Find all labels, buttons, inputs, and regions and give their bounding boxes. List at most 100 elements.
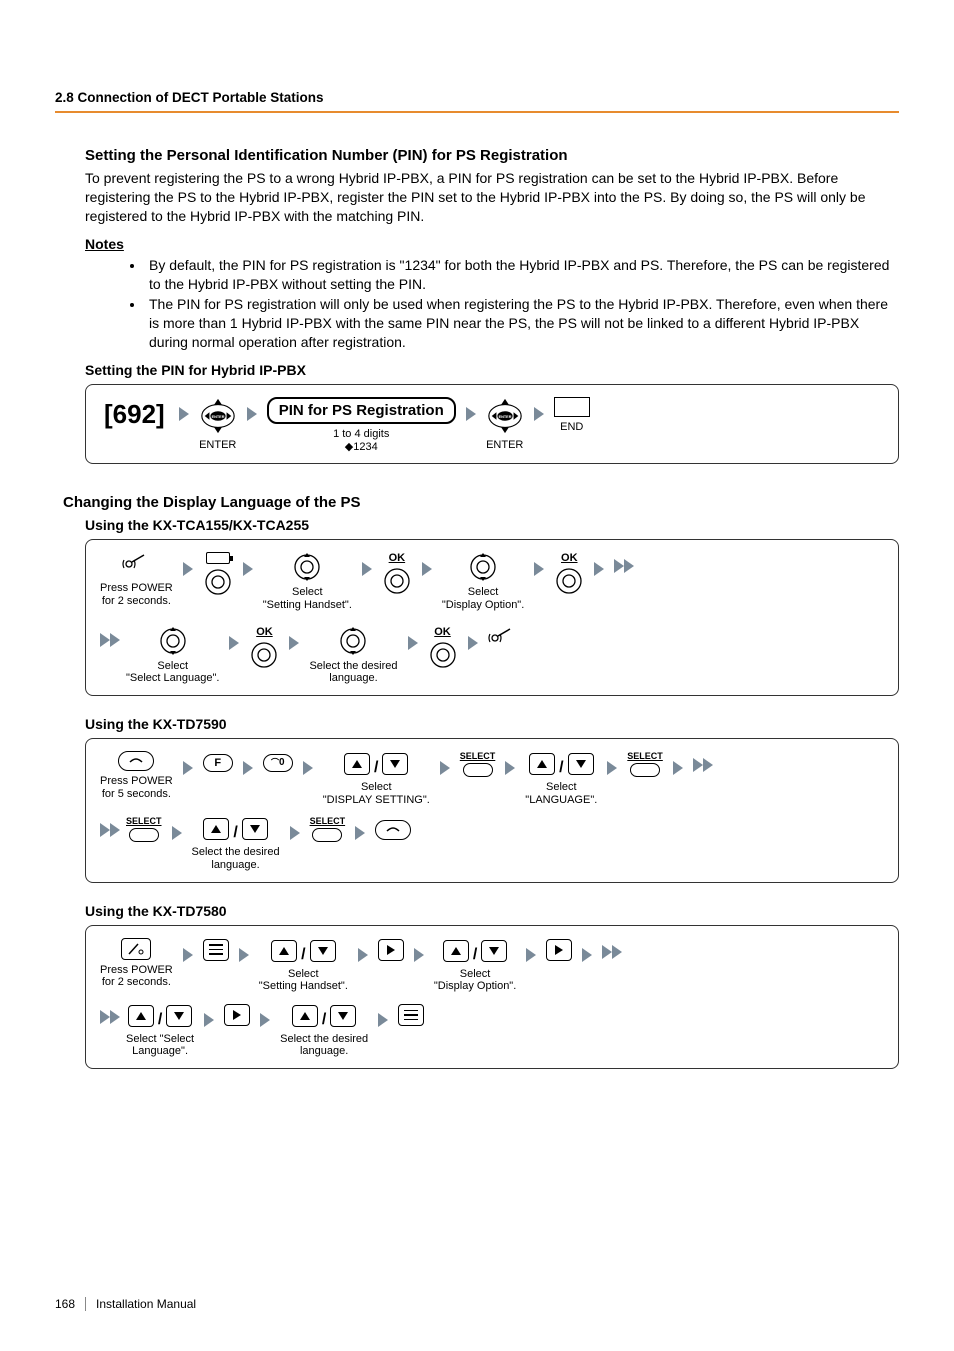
tca-flow-diagram: Press POWER for 2 seconds. Select "Setti…: [85, 539, 899, 696]
select-label: SELECT: [310, 816, 346, 826]
pin-flow-diagram: [692] ENTER ENTER PIN for PS Registratio…: [85, 384, 899, 464]
select-label: SELECT: [126, 816, 162, 826]
step-label: Select the desired language.: [309, 660, 397, 685]
td7580-flow-diagram: Press POWER for 2 seconds. / Select "Set…: [85, 925, 899, 1070]
notes-list: By default, the PIN for PS registration …: [145, 256, 899, 352]
ok-label: OK: [434, 626, 451, 638]
arrow-icon: [204, 1013, 214, 1027]
lang-section-title: Changing the Display Language of the PS: [63, 494, 899, 511]
soft-button-icon: [312, 828, 342, 842]
arrow-icon: [183, 761, 193, 775]
step-label: Select "DISPLAY SETTING".: [323, 781, 430, 806]
arrow-icon: [534, 562, 544, 576]
down-arrow-icon: [481, 940, 507, 962]
slash: /: [301, 946, 305, 964]
step-label: Select "Setting Handset".: [263, 586, 352, 611]
right-arrow-icon: [378, 939, 404, 961]
select-label: SELECT: [460, 751, 496, 761]
step-label: Select "Setting Handset".: [259, 968, 348, 993]
end-box-icon: [554, 397, 590, 417]
select-label: SELECT: [627, 751, 663, 761]
step-label: Select "LANGUAGE".: [525, 781, 597, 806]
continue-arrow-icon: [100, 633, 120, 647]
continue-arrow-icon: [100, 823, 120, 837]
arrow-icon: [239, 948, 249, 962]
digits-label: 1 to 4 digits: [333, 428, 389, 441]
page-number: 168: [55, 1297, 75, 1311]
pin-subheading: Setting the PIN for Hybrid IP-PBX: [85, 362, 899, 378]
jog-dial-icon: [203, 567, 233, 597]
step-label: Press POWER for 2 seconds.: [100, 582, 173, 607]
enter-button-icon: ENTER: [486, 397, 524, 435]
down-arrow-icon: [382, 753, 408, 775]
ok-label: OK: [389, 552, 406, 564]
slash: /: [559, 759, 563, 777]
jog-dial-icon: [468, 552, 498, 582]
enter-label: ENTER: [486, 439, 523, 452]
end-label: END: [560, 421, 583, 434]
slash: /: [374, 759, 378, 777]
slash: /: [473, 946, 477, 964]
battery-icon: [206, 552, 230, 564]
arrow-icon: [183, 562, 193, 576]
ok-label: OK: [561, 552, 578, 564]
up-arrow-icon: [128, 1005, 154, 1027]
notes-label: Notes: [85, 236, 899, 252]
continue-arrow-icon: [614, 559, 634, 573]
step-label: Select "Select Language".: [126, 660, 219, 685]
slash: /: [233, 824, 237, 842]
page-header: 2.8 Connection of DECT Portable Stations: [55, 90, 899, 111]
right-arrow-icon: [546, 939, 572, 961]
ok-label: OK: [256, 626, 273, 638]
up-arrow-icon: [443, 940, 469, 962]
slash: /: [158, 1011, 162, 1029]
up-arrow-icon: [529, 753, 555, 775]
arrow-icon: [172, 826, 182, 840]
arrow-icon: [243, 761, 253, 775]
arrow-icon: [408, 636, 418, 650]
header-divider: [55, 111, 899, 113]
arrow-icon: [673, 761, 683, 775]
soft-button-icon: [129, 828, 159, 842]
pin-section-title: Setting the Personal Identification Numb…: [85, 147, 899, 164]
arrow-icon: [183, 948, 193, 962]
step-label: Select "Select Language".: [126, 1033, 194, 1058]
footer-separator: [85, 1297, 86, 1311]
jog-dial-icon: [554, 566, 584, 596]
arrow-icon: [440, 761, 450, 775]
arrow-icon: [362, 562, 372, 576]
arrow-icon: [422, 562, 432, 576]
arrow-icon: [355, 826, 365, 840]
step-label: Select the desired language.: [280, 1033, 368, 1058]
power-antenna-icon: [121, 938, 151, 960]
note-item: The PIN for PS registration will only be…: [145, 295, 899, 352]
menu-icon: [203, 939, 229, 961]
jog-dial-icon: [249, 640, 279, 670]
td7590-flow-diagram: Press POWER for 5 seconds. F ⌒0 / Select…: [85, 738, 899, 883]
pin-section-intro: To prevent registering the PS to a wrong…: [85, 169, 899, 226]
arrow-icon: [594, 562, 604, 576]
step-label: Select "Display Option".: [442, 586, 524, 611]
arrow-icon: [526, 948, 536, 962]
antenna-icon: [488, 626, 516, 652]
down-arrow-icon: [330, 1005, 356, 1027]
arrow-icon: [607, 761, 617, 775]
up-arrow-icon: [292, 1005, 318, 1027]
continue-arrow-icon: [602, 945, 622, 959]
note-item: By default, the PIN for PS registration …: [145, 256, 899, 294]
td7590-heading: Using the KX-TD7590: [85, 716, 899, 732]
down-arrow-icon: [242, 818, 268, 840]
code-692: [692]: [100, 401, 169, 427]
soft-button-icon: [463, 763, 493, 777]
page-footer: 168 Installation Manual: [55, 1297, 196, 1311]
arrow-icon: [229, 636, 239, 650]
arrow-icon: [260, 1013, 270, 1027]
soft-button-icon: [630, 763, 660, 777]
arrow-icon: [247, 407, 257, 421]
jog-dial-icon: [428, 640, 458, 670]
jog-dial-icon: [292, 552, 322, 582]
arrow-icon: [466, 407, 476, 421]
arrow-icon: [290, 826, 300, 840]
continue-arrow-icon: [693, 758, 713, 772]
antenna-icon: [122, 552, 150, 578]
